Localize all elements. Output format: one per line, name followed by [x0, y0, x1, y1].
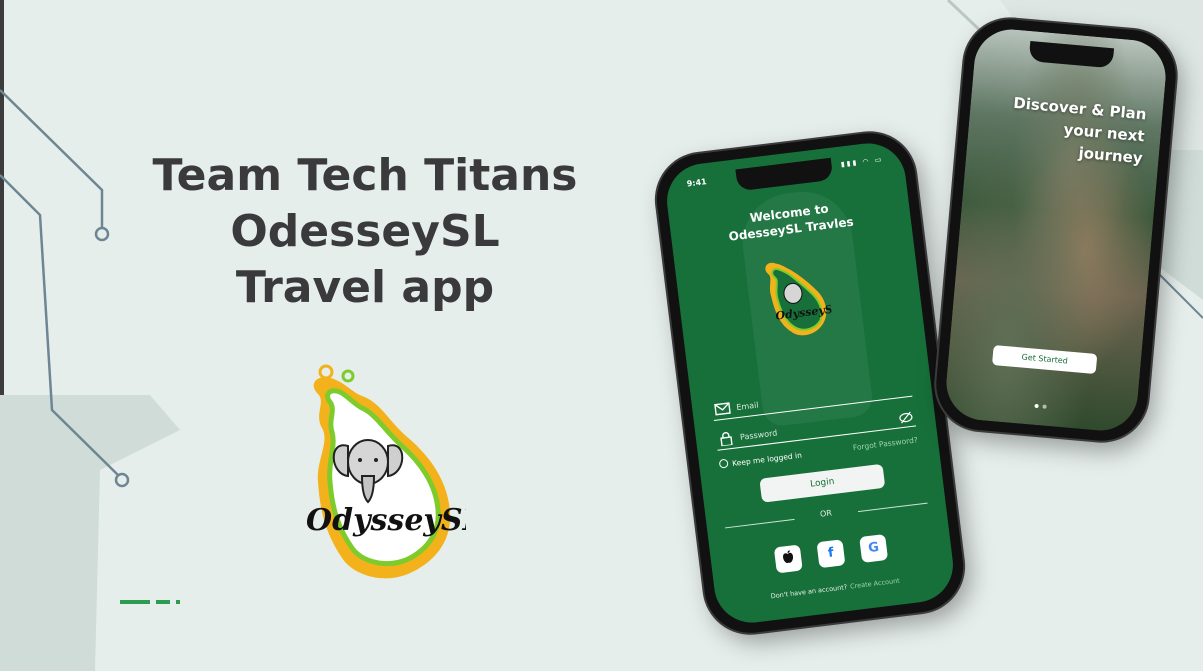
app-logo-small: OdysseySL [765, 262, 835, 336]
page-title: Team Tech Titans OdesseySL Travel app [150, 148, 580, 316]
login-button[interactable]: Login [759, 463, 886, 503]
onboarding-phone-mockup: Discover & Plan your next journey Get St… [932, 15, 1180, 445]
decorative-dashes [120, 600, 186, 619]
status-time: 9:41 [686, 177, 708, 189]
page-dot-2[interactable] [1042, 404, 1047, 409]
odysseysl-logo: OdysseySL [306, 364, 466, 579]
email-placeholder: Email [735, 400, 760, 413]
lock-icon [720, 431, 733, 447]
social-login-row: f G [710, 526, 951, 581]
mail-icon [714, 402, 731, 416]
google-icon: G [867, 539, 880, 557]
apple-login-button[interactable] [773, 544, 803, 574]
google-login-button[interactable]: G [859, 533, 889, 563]
signal-wifi-battery-icon: ▮▮▮ ◠ ▭ [840, 155, 884, 169]
page-indicator[interactable] [944, 385, 1137, 421]
title-line-1: Team Tech Titans [152, 150, 578, 201]
create-account-link[interactable]: Create Account [850, 577, 901, 591]
no-account-text: Don't have an account? [770, 583, 848, 601]
phone-notch [1028, 41, 1115, 69]
forgot-password-link[interactable]: Forgot Password? [852, 435, 918, 452]
password-placeholder: Password [739, 428, 778, 442]
facebook-icon: f [827, 545, 835, 562]
login-screen: 9:41 ▮▮▮ ◠ ▭ Welcome to OdesseySL Travle… [662, 139, 958, 627]
get-started-button[interactable]: Get Started [991, 345, 1098, 374]
keep-logged-in-toggle[interactable]: Keep me logged in [718, 450, 803, 470]
eye-off-icon[interactable] [898, 411, 913, 425]
title-line-3: Travel app [235, 262, 495, 313]
or-divider: OR [724, 497, 928, 534]
facebook-login-button[interactable]: f [816, 539, 846, 569]
onboarding-headline: Discover & Plan your next journey [992, 90, 1148, 169]
onboarding-screen: Discover & Plan your next journey Get St… [943, 26, 1169, 434]
phone-notch [735, 157, 834, 192]
keep-logged-in-label: Keep me logged in [731, 450, 803, 469]
title-line-2: OdesseySL [230, 206, 500, 257]
svg-text:OdysseySL: OdysseySL [306, 503, 466, 538]
radio-icon [718, 458, 729, 469]
apple-icon [782, 550, 793, 564]
page-dot-1[interactable] [1034, 403, 1039, 409]
or-label: OR [819, 508, 833, 519]
